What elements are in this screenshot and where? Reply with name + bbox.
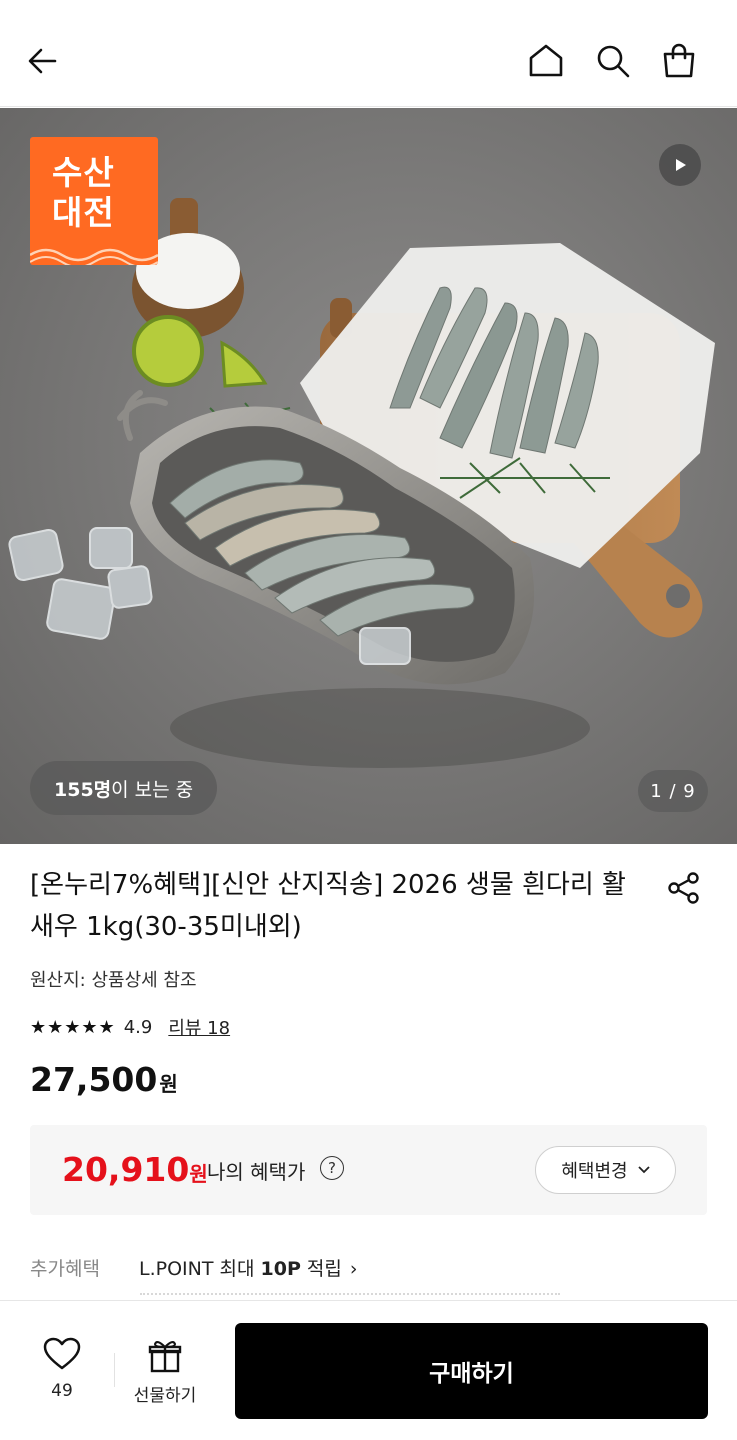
share-button[interactable] — [662, 866, 706, 910]
buy-button[interactable]: 구매하기 — [235, 1323, 708, 1419]
rating-row: ★★★★★ 4.9 리뷰 18 — [30, 1014, 230, 1040]
lpoint-benefit-link[interactable]: L.POINT 최대 10P 적립 › — [139, 1254, 357, 1281]
lpoint-points: 10P — [260, 1258, 301, 1280]
extra-benefit-label: 추가혜택 — [30, 1258, 100, 1280]
chevron-down-icon — [637, 1166, 650, 1174]
original-price-unit: 원 — [159, 1072, 178, 1096]
search-button[interactable] — [588, 36, 638, 86]
viewers-suffix: 이 보는 중 — [111, 778, 194, 801]
play-video-button[interactable] — [659, 144, 701, 186]
gift-button[interactable]: 선물하기 — [124, 1339, 206, 1409]
wishlist-button[interactable]: 49 — [22, 1337, 102, 1407]
arrow-left-icon — [28, 48, 57, 74]
star-rating-icon: ★★★★★ — [30, 1016, 116, 1038]
lpoint-suffix: 적립 — [300, 1258, 342, 1280]
wave-icon — [30, 248, 158, 265]
question-mark-icon[interactable]: ? — [320, 1156, 344, 1180]
change-benefit-button[interactable]: 혜택변경 — [535, 1146, 676, 1194]
review-link[interactable]: 리뷰 18 — [168, 1014, 230, 1040]
bottom-action-bar: 49 선물하기 구매하기 — [0, 1300, 737, 1440]
search-icon — [597, 45, 630, 78]
chevron-right-icon: › — [349, 1258, 358, 1280]
gift-label: 선물하기 — [133, 1386, 197, 1406]
home-icon — [529, 44, 563, 77]
badge-line-1: 수산 — [52, 153, 115, 192]
original-price-number: 27,500 — [30, 1060, 158, 1099]
play-icon — [676, 159, 686, 171]
product-title: [온누리7%혜택][신안 산지직송] 2026 생물 흰다리 활새우 1kg(3… — [30, 870, 626, 942]
gift-icon — [148, 1341, 182, 1373]
shopping-bag-icon — [663, 43, 695, 78]
original-price: 27,500 원 — [30, 1060, 178, 1099]
seafood-festival-badge: 수산 대전 — [30, 137, 158, 265]
product-image-carousel[interactable]: 수산 대전 155명 이 보는 중 1 / 9 — [0, 108, 737, 844]
rating-value: 4.9 — [123, 1016, 153, 1038]
origin-info: 원산지: 상품상세 참조 — [30, 970, 197, 991]
top-header — [0, 0, 737, 107]
badge-line-2: 대전 — [52, 193, 115, 232]
lpoint-prefix: L.POINT 최대 — [139, 1258, 261, 1280]
heart-icon — [43, 1337, 81, 1370]
cart-button[interactable] — [654, 36, 704, 86]
benefit-price-number: 20,910 — [62, 1150, 190, 1189]
back-button[interactable] — [18, 36, 68, 86]
benefit-price: 20,910원 — [62, 1150, 208, 1189]
change-benefit-label: 혜택변경 — [561, 1161, 628, 1182]
benefit-price-unit: 원 — [189, 1162, 208, 1186]
extra-benefit-row: 추가혜택 L.POINT 최대 10P 적립 › — [30, 1254, 357, 1281]
divider — [114, 1353, 115, 1387]
share-icon — [668, 872, 699, 904]
live-viewers-pill: 155명 이 보는 중 — [30, 761, 218, 815]
benefit-price-box: 20,910원 나의 혜택가 ? 혜택변경 — [30, 1125, 707, 1215]
viewers-count: 155명 — [54, 778, 112, 801]
image-pager: 1 / 9 — [638, 770, 708, 812]
benefit-price-label: 나의 혜택가 — [207, 1160, 306, 1184]
home-button[interactable] — [521, 36, 571, 86]
wishlist-count: 49 — [51, 1381, 73, 1401]
